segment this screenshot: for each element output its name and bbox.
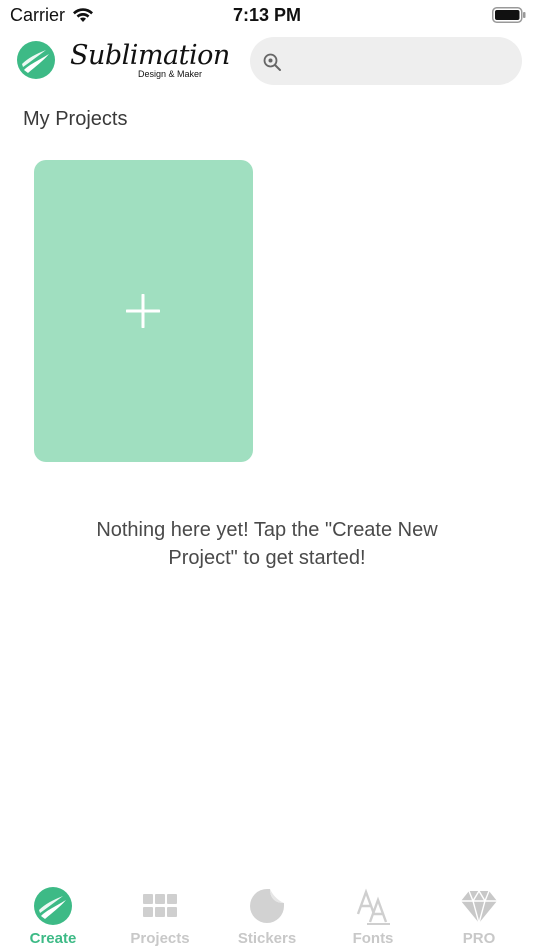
tab-label: Fonts (352, 930, 394, 947)
tab-stickers[interactable]: Stickers (214, 880, 320, 950)
tab-create[interactable]: Create (0, 880, 106, 950)
brand-logo: Sublimation Design & Maker (70, 40, 230, 82)
search-bar[interactable] (250, 37, 522, 85)
search-input[interactable] (290, 37, 510, 85)
status-bar: Carrier 7:13 PM (0, 0, 534, 30)
section-title: My Projects (23, 108, 128, 130)
sticker-icon (250, 889, 284, 923)
tab-label: PRO (462, 930, 496, 947)
tab-pro[interactable]: PRO (426, 880, 532, 950)
tab-label: Projects (130, 930, 190, 947)
create-new-project-button[interactable] (34, 160, 253, 462)
leaf-logo-icon (34, 887, 72, 925)
diamond-icon (461, 889, 497, 926)
plus-icon (126, 294, 160, 328)
tab-projects[interactable]: Projects (107, 880, 213, 950)
brand-subtitle: Design & Maker (138, 69, 203, 79)
grid-icon (143, 894, 177, 917)
clock: 7:13 PM (232, 5, 302, 25)
tab-label: Stickers (237, 930, 297, 947)
battery-icon (492, 7, 526, 23)
tab-fonts[interactable]: Fonts (320, 880, 426, 950)
leaf-logo-icon[interactable] (16, 40, 56, 80)
brand-name: Sublimation (70, 40, 230, 71)
font-icon (356, 888, 390, 925)
tab-bar: Create Projects Stickers Fonts PRO (0, 880, 534, 950)
app-header: Sublimation Design & Maker (0, 34, 534, 90)
tab-label: Create (29, 930, 77, 947)
search-icon (263, 53, 281, 71)
empty-state-message: Nothing here yet! Tap the "Create New Pr… (96, 519, 438, 569)
